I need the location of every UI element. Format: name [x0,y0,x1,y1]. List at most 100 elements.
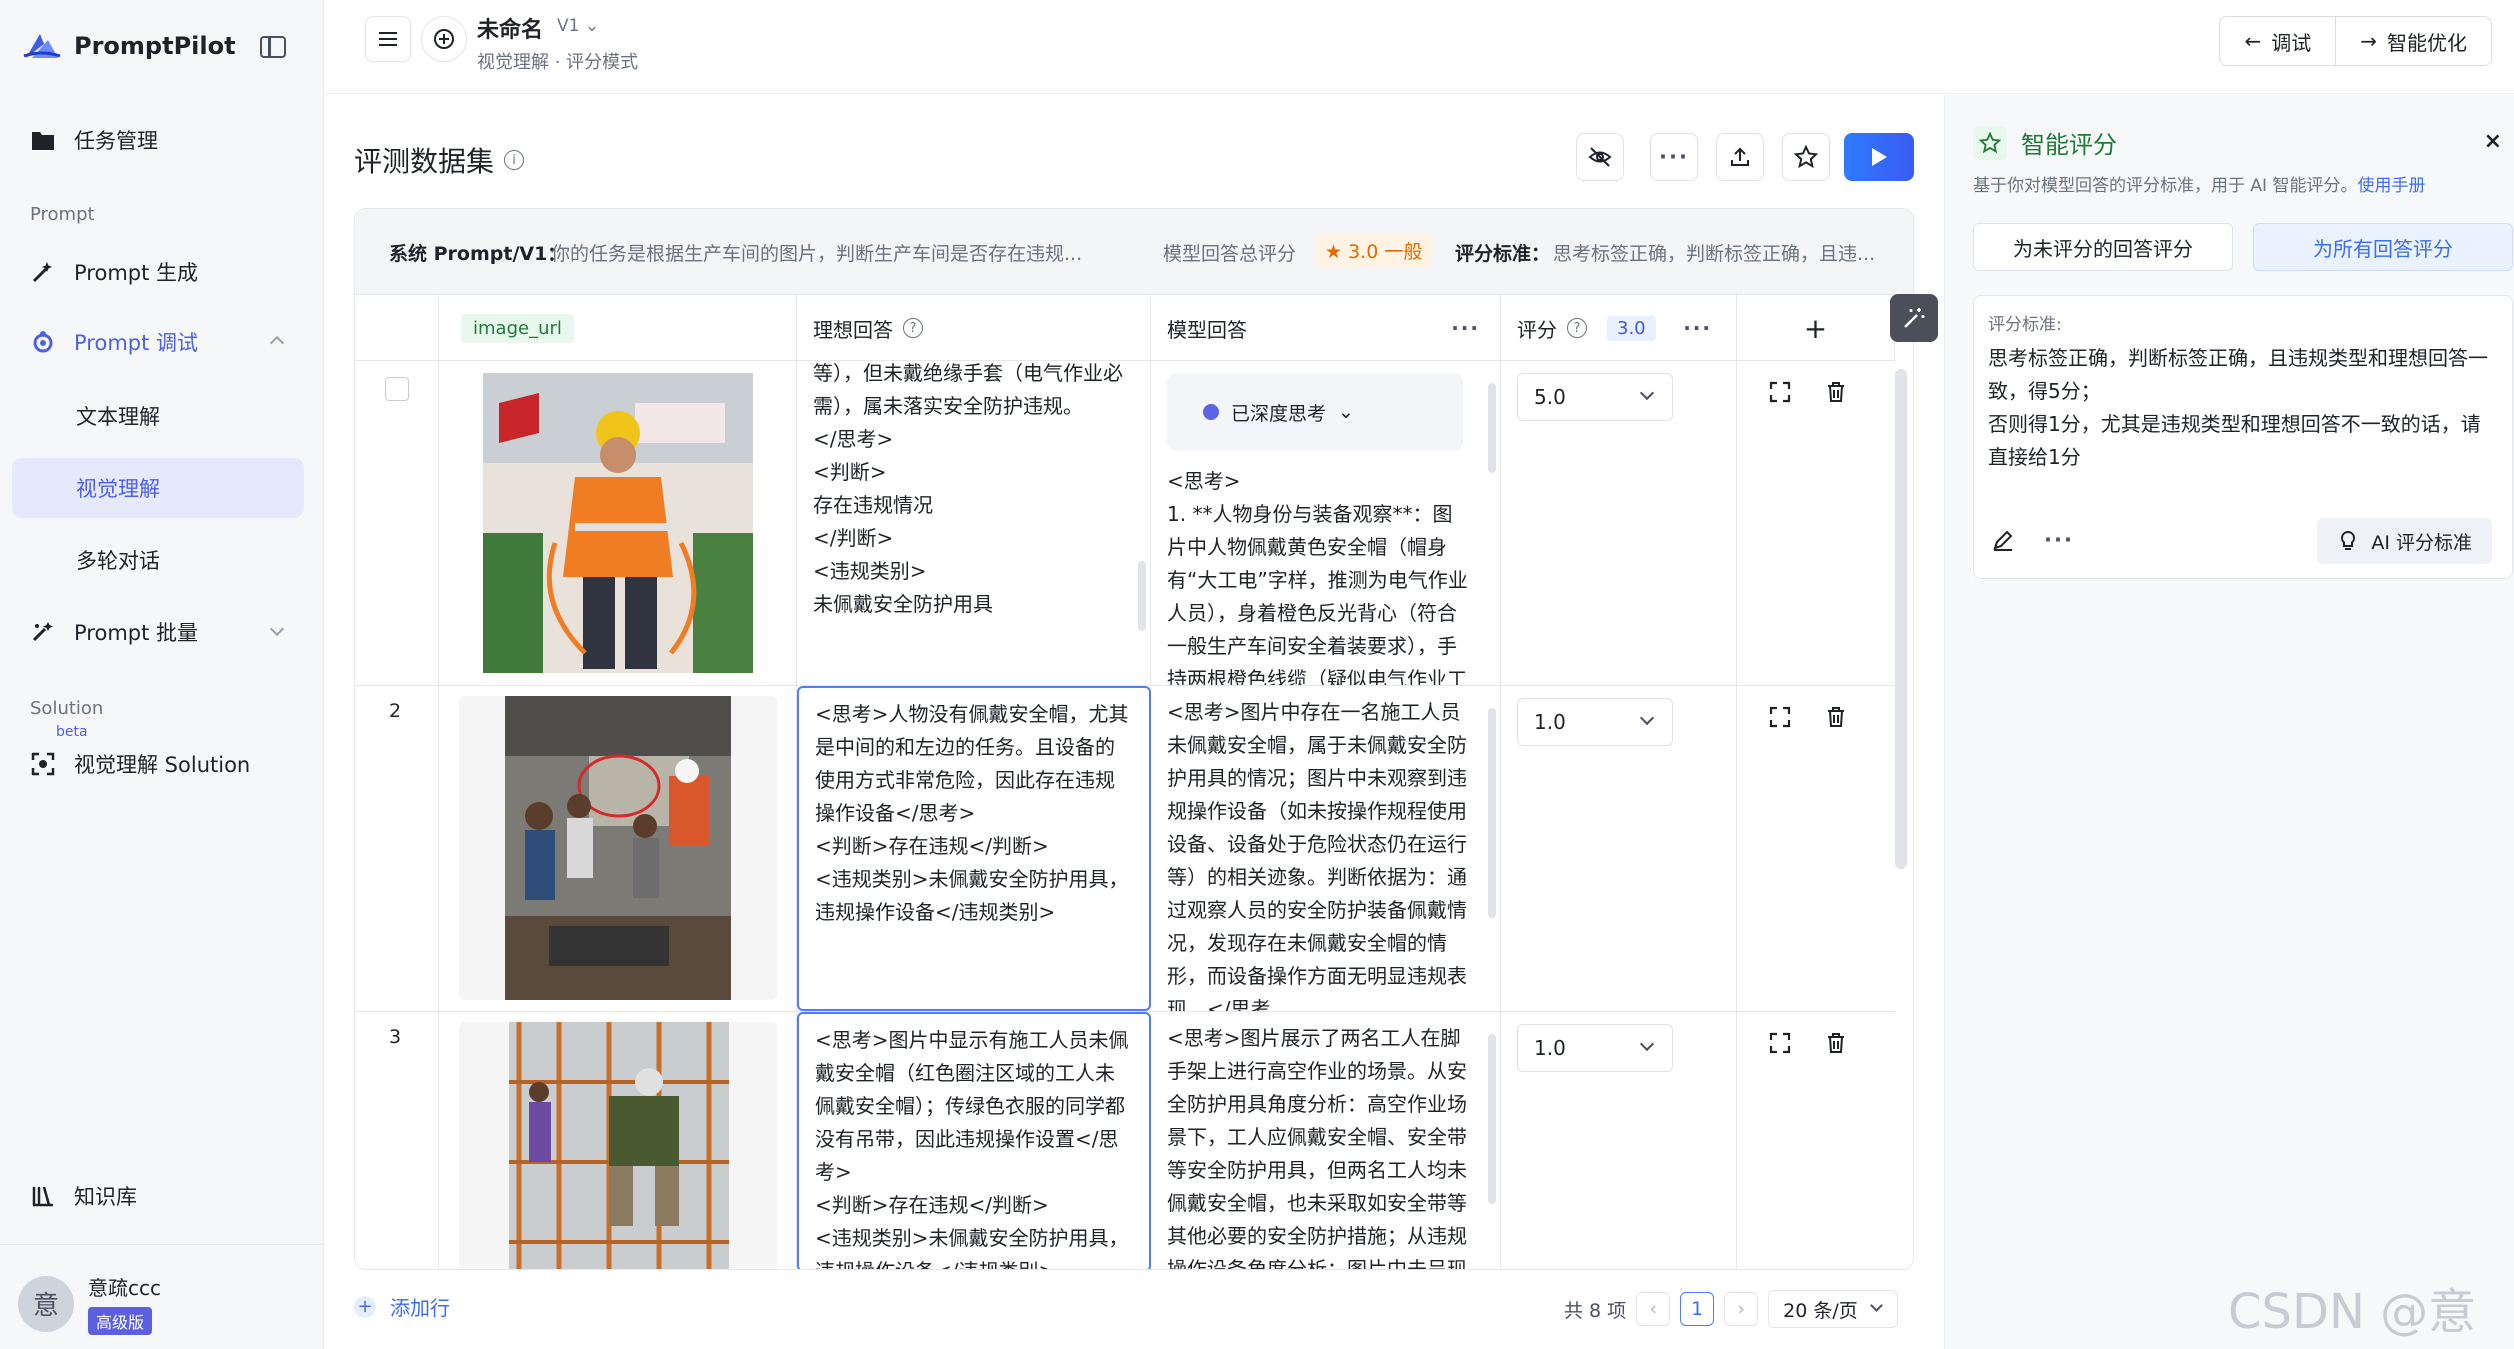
row-image[interactable] [459,696,777,1000]
run-button[interactable] [1844,133,1914,181]
actions-cell [1737,686,1895,1011]
next-page-button[interactable]: › [1724,1292,1759,1326]
more-icon[interactable]: ··· [1451,316,1480,340]
model-answer-cell[interactable]: <思考>图片中存在一名施工人员未佩戴安全帽，属于未佩戴安全防护用具的情况；图片中… [1151,686,1501,1011]
system-prompt-text[interactable]: 你的任务是根据生产车间的图片，判断生产车间是否存在违规... [551,239,1082,266]
trash-icon[interactable] [1825,381,1847,403]
export-button[interactable] [1716,133,1764,181]
ideal-answer-text[interactable]: <思考>人物没有佩戴安全帽，尤其是中间的和左边的任务。且设备的使用方式非常危险，… [799,688,1149,939]
expand-icon[interactable] [1769,1032,1791,1054]
model-answer-text[interactable]: <思考>图片中存在一名施工人员未佩戴安全帽，属于未佩戴安全防护用具的情况；图片中… [1151,686,1485,1011]
avg-score-value: 3.0 一般 [1348,241,1423,263]
expand-icon[interactable] [1769,381,1791,403]
help-icon[interactable]: ? [903,318,923,338]
star-icon [1794,145,1818,169]
add-row-button[interactable]: + 添加行 [354,1292,450,1321]
th-select [355,295,439,361]
app-logo[interactable]: PromptPilot [22,30,236,62]
ai-fill-button[interactable] [1890,294,1938,342]
tab-smart-optimize[interactable]: → 智能优化 [2335,17,2491,65]
page-size-select[interactable]: 20 条/页 [1768,1290,1899,1328]
sidebar-item-prompt-batch[interactable]: Prompt 批量 [12,602,304,662]
scrollbar[interactable] [1488,1034,1496,1204]
sidebar-collapse-icon[interactable] [260,36,286,58]
sidebar-item-visual-solution[interactable]: beta 视觉理解 Solution [12,724,304,794]
sidebar-item-multi-turn[interactable]: 多轮对话 [12,530,304,590]
actions-cell [1737,1012,1895,1269]
row-actions [1769,1032,1847,1054]
model-answer-cell[interactable]: <思考>图片展示了两名工人在脚手架上进行高空作业的场景。从安全防护用具角度分析：… [1151,1012,1501,1269]
tab-debug[interactable]: ← 调试 [2220,17,2336,65]
section-prompt: Prompt [30,204,95,225]
hide-button[interactable] [1576,133,1624,181]
sidebar-item-knowledge-base[interactable]: 知识库 [12,1166,304,1226]
table-scrollbar[interactable] [1895,369,1907,869]
row-actions [1769,381,1847,403]
ai-criteria-button[interactable]: AI 评分标准 [2317,518,2492,564]
row-image[interactable] [459,1022,777,1269]
model-answer-text[interactable]: <思考>图片展示了两名工人在脚手架上进行高空作业的场景。从安全防护用具角度分析：… [1151,1012,1485,1269]
score-select[interactable]: 5.0 [1517,373,1673,421]
score-cell: 5.0 [1501,361,1737,685]
score-unscored-button[interactable]: 为未评分的回答评分 [1973,223,2233,271]
tab-label: 智能优化 [2387,30,2467,55]
chevron-down-icon [1639,385,1655,401]
more-icon[interactable]: ··· [2044,528,2074,552]
row-image[interactable] [459,373,777,673]
scrollbar[interactable] [1138,561,1146,631]
more-button[interactable]: ··· [1650,133,1698,181]
help-icon[interactable]: ? [1567,318,1587,338]
row-checkbox[interactable] [385,377,409,401]
scrollbar[interactable] [1488,708,1496,918]
criteria-tools: ··· [1992,528,2074,552]
trash-icon[interactable] [1825,1032,1847,1054]
menu-button[interactable] [365,16,411,62]
close-icon[interactable]: × [2484,129,2502,154]
page-size-value: 20 条/页 [1783,1299,1858,1322]
promptpilot-logo-icon [23,34,61,58]
ideal-answer-text[interactable]: <思考>图片中显示有施工人员未佩戴安全帽（红色圈注区域的工人未佩戴安全帽）；传绿… [799,1014,1149,1269]
row-number-cell: 2 [355,686,439,1011]
edit-icon[interactable] [1992,529,2014,551]
ideal-answer-text[interactable]: 等），但未戴绝缘手套（电气作业必需），属未落实安全防护违规。 </思考> <判断… [797,361,1150,631]
page-current[interactable]: 1 [1680,1292,1715,1326]
criteria-text[interactable]: 思考标签正确，判断标签正确，且违... [1553,239,1875,266]
sidebar-item-prompt-debug[interactable]: Prompt 调试 [12,312,304,372]
workshop-photo-image [459,696,777,1000]
ideal-answer-editor[interactable]: <思考>人物没有佩戴安全帽，尤其是中间的和左边的任务。且设备的使用方式非常危险，… [797,686,1151,1011]
user-name: 意疏ccc [88,1276,161,1300]
user-profile[interactable]: 意 意疏ccc 高级版 [18,1272,161,1335]
batch-icon [30,619,56,645]
score-all-button[interactable]: 为所有回答评分 [2253,223,2513,271]
score-cell: 1.0 [1501,1012,1737,1269]
sidebar-item-task-management[interactable]: 任务管理 [12,110,304,170]
image-url-tag[interactable]: image_url [461,313,574,343]
add-column-button[interactable]: + [1737,295,1895,361]
scrollbar[interactable] [1488,383,1496,473]
manual-link[interactable]: 使用手册 [2357,176,2425,196]
prev-page-button[interactable]: ‹ [1636,1292,1671,1326]
ideal-answer-cell[interactable]: 等），但未戴绝缘手套（电气作业必需），属未落实安全防护违规。 </思考> <判断… [797,361,1151,685]
model-answer-cell[interactable]: 已深度思考 ⌄ <思考> 1. **人物身份与装备观察**：图片中人物佩戴黄色安… [1151,361,1501,685]
criteria-card-text[interactable]: 思考标签正确，判断标签正确，且违规类型和理想回答一致，得5分； 否则得1分，尤其… [1988,342,2498,474]
star-icon [1973,125,2007,160]
sidebar-item-label: 视觉理解 [76,477,160,501]
sidebar-item-text-understanding[interactable]: 文本理解 [12,386,304,446]
favorite-button[interactable] [1782,133,1830,181]
score-select[interactable]: 1.0 [1517,698,1673,746]
ideal-answer-editor[interactable]: <思考>图片中显示有施工人员未佩戴安全帽（红色圈注区域的工人未佩戴安全帽）；传绿… [797,1012,1151,1269]
sidebar-item-prompt-generate[interactable]: Prompt 生成 [12,242,304,302]
add-button[interactable] [421,16,467,62]
score-select[interactable]: 1.0 [1517,1024,1673,1072]
version-select[interactable]: V1 ⌄ [557,16,599,36]
trash-icon[interactable] [1825,706,1847,728]
model-answer-text[interactable]: <思考> 1. **人物身份与装备观察**：图片中人物佩戴黄色安全帽（帽身有“大… [1151,455,1485,685]
image-cell [439,686,797,1011]
info-icon[interactable]: i [504,150,525,170]
more-icon[interactable]: ··· [1683,316,1712,340]
expand-icon[interactable] [1769,706,1791,728]
project-title[interactable]: 未命名 [477,12,543,44]
sidebar-item-visual-understanding[interactable]: 视觉理解 [12,458,304,518]
row-select-cell [355,361,439,685]
deep-think-toggle[interactable]: 已深度思考 ⌄ [1167,373,1463,451]
